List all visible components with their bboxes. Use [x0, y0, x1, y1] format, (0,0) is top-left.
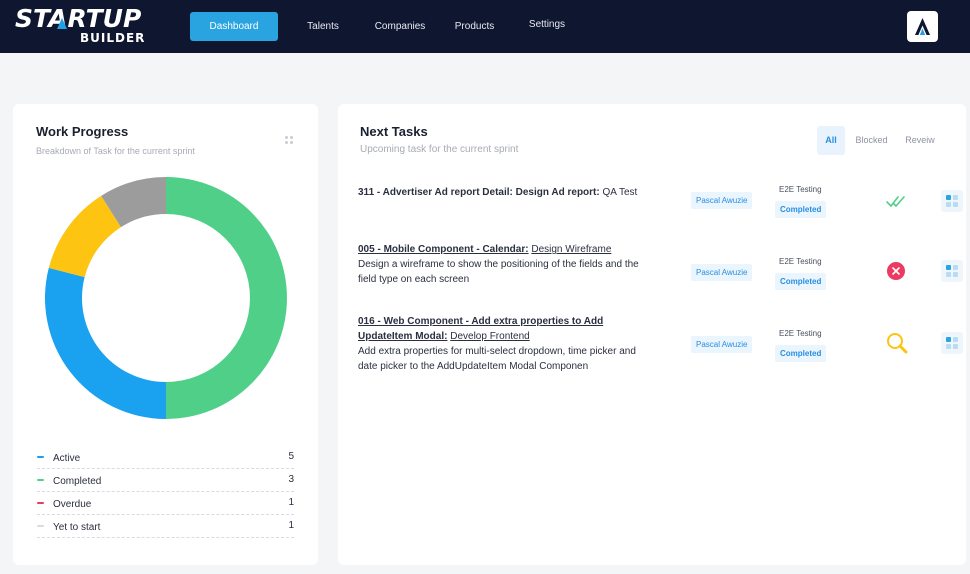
- nav-settings[interactable]: Settings: [521, 10, 573, 39]
- more-options-icon[interactable]: [285, 136, 295, 146]
- blocked-x-icon[interactable]: [886, 260, 908, 282]
- legend-item-yet-to-start: Yet to start 1: [37, 515, 294, 538]
- logo-line2: BUILDER: [80, 31, 146, 45]
- work-progress-donut: [45, 177, 287, 419]
- completed-swatch: [37, 479, 44, 481]
- task-title[interactable]: 311 - Advertiser Ad report Detail: Desig…: [358, 187, 600, 198]
- legend-label: Overdue: [53, 499, 92, 510]
- task-subtitle[interactable]: Develop Frontend: [450, 331, 530, 342]
- legend-label: Yet to start: [53, 522, 101, 533]
- assignee-badge[interactable]: Pascal Awuzie: [691, 192, 753, 209]
- status-badge: Completed: [775, 345, 827, 362]
- next-tasks-title: Next Tasks: [360, 124, 428, 139]
- donut-segment-completed: [166, 177, 287, 419]
- work-progress-legend: Active 5 Completed 3 Overdue 1 Yet to st…: [37, 446, 294, 538]
- legend-count: 1: [288, 497, 294, 508]
- work-progress-card: Work Progress Breakdown of Task for the …: [13, 104, 318, 565]
- legend-item-overdue: Overdue 1: [37, 492, 294, 515]
- next-tasks-subtitle: Upcoming task for the current sprint: [360, 144, 519, 155]
- nav-products[interactable]: Products: [447, 12, 502, 41]
- legend-count: 3: [288, 474, 294, 485]
- legend-label: Completed: [53, 476, 102, 487]
- brand-a-icon: [915, 18, 930, 35]
- donut-segment-active: [45, 267, 166, 419]
- legend-item-active: Active 5: [37, 446, 294, 469]
- top-navbar: STARTUP BUILDER Dashboard Talents Compan…: [0, 0, 970, 53]
- task-subtitle[interactable]: Design Wireframe: [531, 244, 611, 255]
- task-type-label: E2E Testing: [779, 329, 822, 338]
- legend-count: 5: [288, 451, 294, 462]
- work-progress-title: Work Progress: [36, 124, 129, 139]
- task-description: Design a wireframe to show the positioni…: [358, 259, 639, 285]
- active-swatch: [37, 456, 44, 458]
- task-description: Add extra properties for multi-select dr…: [358, 346, 636, 372]
- nav-talents[interactable]: Talents: [296, 12, 350, 41]
- grid-menu-icon[interactable]: [941, 260, 963, 282]
- yet-to-start-swatch: [37, 525, 44, 527]
- work-progress-subtitle: Breakdown of Task for the current sprint: [36, 146, 195, 156]
- legend-label: Active: [53, 453, 81, 464]
- task-title[interactable]: 005 - Mobile Component - Calendar:: [358, 244, 529, 255]
- nav-dashboard[interactable]: Dashboard: [190, 12, 278, 41]
- startup-builder-logo[interactable]: STARTUP BUILDER: [15, 4, 144, 46]
- logo-line1: STARTUP: [15, 4, 142, 33]
- filter-review-tab[interactable]: Reveiw: [899, 126, 941, 155]
- grid-menu-icon[interactable]: [941, 332, 963, 354]
- legend-item-completed: Completed 3: [37, 469, 294, 492]
- double-check-icon[interactable]: [886, 190, 908, 212]
- assignee-badge[interactable]: Pascal Awuzie: [691, 336, 753, 353]
- app-switcher-button[interactable]: [907, 11, 938, 42]
- filter-blocked-tab[interactable]: Blocked: [849, 126, 894, 155]
- review-search-icon[interactable]: [886, 332, 908, 354]
- status-badge: Completed: [775, 273, 827, 290]
- task-type-label: E2E Testing: [779, 185, 822, 194]
- status-badge: Completed: [775, 201, 827, 218]
- task-text: 016 - Web Component - Add extra properti…: [358, 314, 658, 374]
- legend-count: 1: [288, 520, 294, 531]
- nav-companies[interactable]: Companies: [365, 12, 435, 41]
- filter-all-tab[interactable]: All: [817, 126, 845, 155]
- overdue-swatch: [37, 502, 44, 504]
- task-text: 005 - Mobile Component - Calendar: Desig…: [358, 242, 658, 287]
- assignee-badge[interactable]: Pascal Awuzie: [691, 264, 753, 281]
- task-type-label: E2E Testing: [779, 257, 822, 266]
- task-subtitle: QA Test: [602, 187, 638, 198]
- grid-menu-icon[interactable]: [941, 190, 963, 212]
- logo-triangle-icon: [57, 18, 67, 29]
- task-text: 311 - Advertiser Ad report Detail: Desig…: [358, 185, 638, 200]
- next-tasks-card: Next Tasks Upcoming task for the current…: [338, 104, 966, 565]
